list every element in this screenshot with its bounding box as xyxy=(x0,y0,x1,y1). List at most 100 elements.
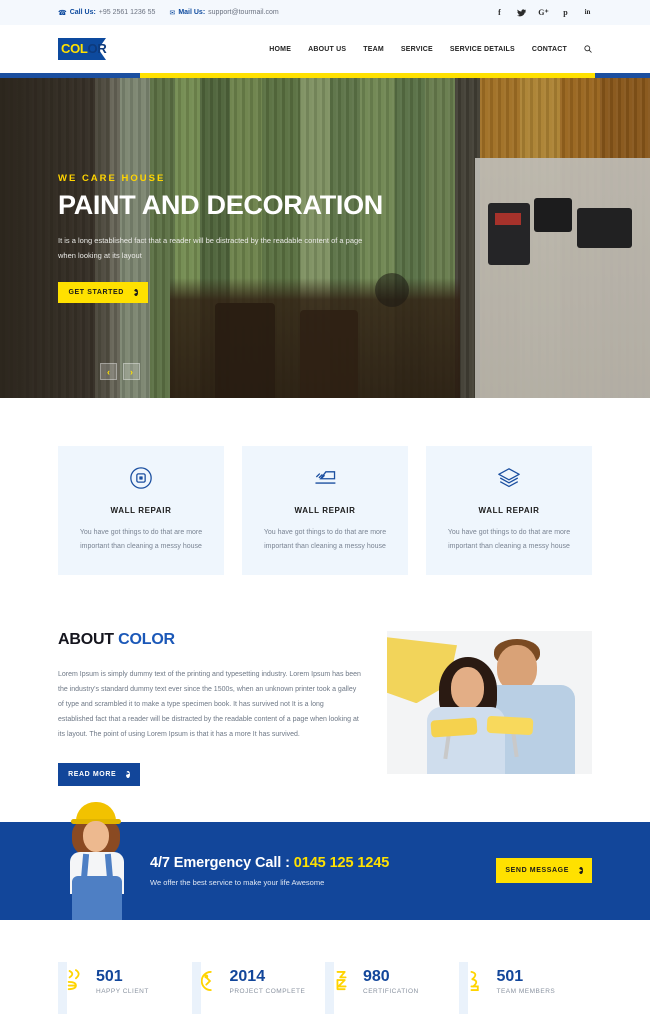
service-card-title: WALL REPAIR xyxy=(110,506,172,515)
counter-label: CERTIFICATION xyxy=(363,988,419,996)
send-message-label: SEND MESSAGE xyxy=(505,867,569,875)
nav-item-service[interactable]: SERVICE xyxy=(401,46,433,53)
about-section: ABOUT COLOR Lorem Ipsum is simply dummy … xyxy=(0,575,650,786)
happy-client-icon xyxy=(64,968,86,994)
phone-icon: ☎ xyxy=(58,9,67,17)
pinterest-icon[interactable]: p xyxy=(561,8,570,17)
layers-icon xyxy=(442,466,576,492)
emergency-text: 4/7 Emergency Call : 0145 125 1245 We of… xyxy=(150,855,389,887)
about-paragraph: Lorem Ipsum is simply dummy text of the … xyxy=(58,671,361,739)
counter-number: 980 xyxy=(363,967,390,985)
linkedin-icon[interactable]: in xyxy=(583,8,592,17)
facebook-icon[interactable]: f xyxy=(495,8,504,17)
about-title-part1: ABOUT xyxy=(58,631,119,649)
counter-accent-bar xyxy=(191,961,201,1014)
service-card-title: WALL REPAIR xyxy=(478,506,540,515)
get-started-button[interactable]: GET STARTED ▸ xyxy=(58,282,148,303)
call-us-value: +95 2561 1236 55 xyxy=(98,9,156,16)
nav-item-service-details[interactable]: SERVICE DETAILS xyxy=(450,46,515,53)
envelope-icon: ✉ xyxy=(169,9,176,17)
arrow-circle-icon: ▸ xyxy=(133,289,138,296)
slider-prev-button[interactable]: ‹ xyxy=(100,363,117,380)
hero-slider-controls: ‹ › xyxy=(100,363,140,380)
logo-text-or: OR xyxy=(87,41,107,56)
counter-label: PROJECT COMPLETE xyxy=(229,988,306,996)
counter-item: 501 TEAM MEMBERS xyxy=(458,961,593,1014)
worker-face xyxy=(83,820,109,852)
service-card-description: You have got things to do that are more … xyxy=(447,529,571,550)
about-image xyxy=(387,631,592,775)
main-navigation: HOME ABOUT US TEAM SERVICE SERVICE DETAI… xyxy=(269,45,592,53)
read-more-button[interactable]: READ MORE ▸ xyxy=(58,762,140,786)
service-cards: WALL REPAIR You have got things to do th… xyxy=(0,398,650,576)
service-card-title: WALL REPAIR xyxy=(294,506,356,515)
worker-photo xyxy=(62,801,134,920)
counter-label: TEAM MEMBERS xyxy=(496,988,556,996)
counter-accent-bar xyxy=(58,961,67,1014)
emergency-banner: 4/7 Emergency Call : 0145 125 1245 We of… xyxy=(0,801,650,920)
counter-accent-bar xyxy=(458,961,468,1014)
emergency-cta-wrap: SEND MESSAGE ▸ xyxy=(496,858,592,884)
hero-kicker: WE CARE HOUSE xyxy=(58,173,166,184)
send-message-button[interactable]: SEND MESSAGE ▸ xyxy=(496,858,592,884)
about-image-roller-left xyxy=(430,717,478,738)
counter-label: HAPPY CLIENT xyxy=(96,988,149,996)
arrow-circle-icon: ▸ xyxy=(126,770,130,778)
emergency-subtitle: We offer the best service to make your l… xyxy=(150,877,325,887)
social-links: f G⁺ p in xyxy=(495,8,592,17)
worker-overalls xyxy=(72,875,122,920)
service-card[interactable]: WALL REPAIR You have got things to do th… xyxy=(58,446,224,576)
counter-item: 980 CERTIFICATION xyxy=(325,961,459,1014)
about-title-part2: COLOR xyxy=(118,631,175,649)
emergency-title-text: 4/7 Emergency Call : xyxy=(150,854,294,871)
logo-text: COLOR xyxy=(61,41,107,56)
counter-number: 501 xyxy=(496,967,524,985)
frame-square-icon xyxy=(74,466,208,492)
team-members-icon xyxy=(465,968,487,994)
emergency-phone: 0145 125 1245 xyxy=(293,854,390,871)
counter-item: 2014 PROJECT COMPLETE xyxy=(191,961,326,1014)
counter-item: 501 HAPPY CLIENT xyxy=(58,961,192,1014)
mail-us-value: support@tourmail.com xyxy=(208,9,279,16)
hero-title: PAINT AND DECORATION xyxy=(58,190,383,220)
site-logo[interactable]: COLOR xyxy=(58,36,120,62)
nav-item-contact[interactable]: CONTACT xyxy=(532,46,567,53)
service-card[interactable]: WALL REPAIR You have got things to do th… xyxy=(426,446,592,576)
search-icon[interactable] xyxy=(584,45,592,53)
project-complete-icon xyxy=(198,968,220,994)
nav-item-about-us[interactable]: ABOUT US xyxy=(308,46,346,53)
counters-section: 501 HAPPY CLIENT 2014 PROJECT COMPLETE 9… xyxy=(0,920,650,1014)
emergency-title: 4/7 Emergency Call : 0145 125 1245 xyxy=(150,855,389,871)
site-header: COLOR HOME ABOUT US TEAM SERVICE SERVICE… xyxy=(0,25,650,73)
certification-icon xyxy=(331,968,353,994)
counter-accent-bar xyxy=(325,961,334,1014)
about-image-woman-face xyxy=(451,667,484,710)
mail-us-label: Mail Us: xyxy=(178,9,206,16)
hero-content: WE CARE HOUSE PAINT AND DECORATION It is… xyxy=(58,78,398,398)
paint-roller-icon xyxy=(258,466,392,492)
nav-item-home[interactable]: HOME xyxy=(269,46,291,53)
read-more-label: READ MORE xyxy=(68,770,117,778)
twitter-icon[interactable] xyxy=(517,8,526,17)
service-card[interactable]: WALL REPAIR You have got things to do th… xyxy=(242,446,408,576)
service-card-description: You have got things to do that are more … xyxy=(263,529,387,550)
top-bar-contacts: ☎ Call Us: +95 2561 1236 55 ✉ Mail Us: s… xyxy=(58,9,279,17)
arrow-circle-icon: ▸ xyxy=(579,867,583,875)
about-text-column: ABOUT COLOR Lorem Ipsum is simply dummy … xyxy=(58,631,361,786)
google-plus-icon[interactable]: G⁺ xyxy=(538,8,548,17)
service-card-description: You have got things to do that are more … xyxy=(79,529,203,550)
mail-us-item[interactable]: ✉ Mail Us: support@tourmail.com xyxy=(169,9,278,17)
about-image-roller-right xyxy=(486,716,534,736)
hero-slider: WE CARE HOUSE PAINT AND DECORATION It is… xyxy=(0,78,650,398)
counter-number: 501 xyxy=(96,967,123,985)
logo-text-color: COL xyxy=(61,41,88,56)
hero-description: It is a long established fact that a rea… xyxy=(58,236,363,260)
nav-item-team[interactable]: TEAM xyxy=(363,46,384,53)
slider-next-button[interactable]: › xyxy=(123,363,140,380)
counter-number: 2014 xyxy=(229,967,266,985)
call-us-item[interactable]: ☎ Call Us: +95 2561 1236 55 xyxy=(58,9,155,17)
call-us-label: Call Us: xyxy=(69,9,96,16)
about-title: ABOUT COLOR xyxy=(58,631,361,649)
top-bar: ☎ Call Us: +95 2561 1236 55 ✉ Mail Us: s… xyxy=(0,0,650,25)
get-started-label: GET STARTED xyxy=(68,289,124,296)
